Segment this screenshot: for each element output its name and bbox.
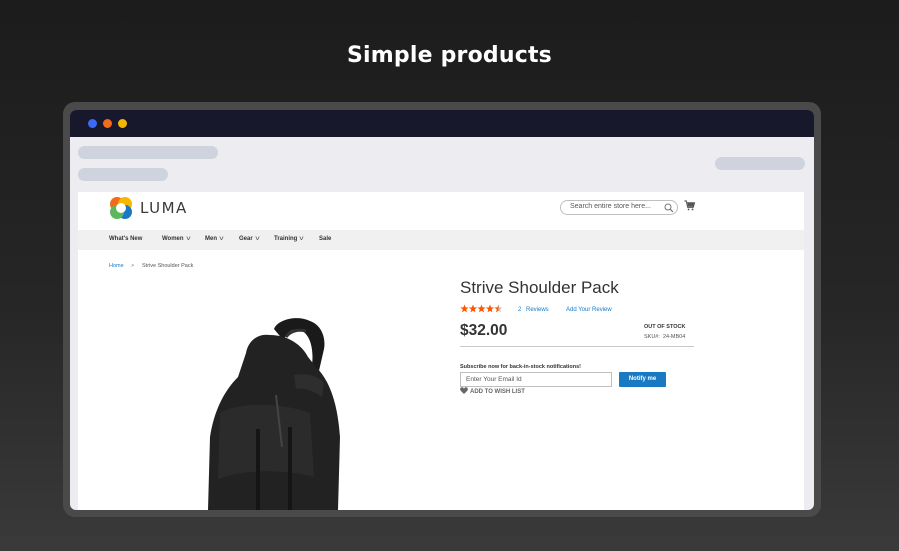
email-placeholder: Enter Your Email Id xyxy=(466,376,522,383)
store-page: LUMA Search entire store here... What's … xyxy=(78,192,804,510)
logo-text[interactable]: LUMA xyxy=(140,199,188,217)
add-to-wishlist-link[interactable]: ADD TO WISH LIST xyxy=(460,387,525,395)
browser-window: LUMA Search entire store here... What's … xyxy=(70,110,814,510)
chevron-down-icon: v xyxy=(219,236,224,242)
window-dot-blue[interactable] xyxy=(88,119,97,128)
nav-men[interactable]: Men v xyxy=(205,236,224,242)
luma-logo-icon[interactable] xyxy=(109,196,133,220)
nav-training[interactable]: Training v xyxy=(274,236,304,242)
rating-stars-icon xyxy=(460,304,503,313)
window-dot-yellow[interactable] xyxy=(118,119,127,128)
browser-titlebar xyxy=(70,110,814,137)
breadcrumb-separator: > xyxy=(131,263,135,269)
product-sku: SKU#: 24-MB04 xyxy=(644,334,685,340)
chevron-down-icon: v xyxy=(185,236,191,242)
chevron-down-icon: v xyxy=(299,236,304,242)
notify-me-button[interactable]: Notify me xyxy=(619,372,666,387)
product-price: $32.00 xyxy=(460,322,508,339)
subscribe-label: Subscribe now for back-in-stock notifica… xyxy=(460,364,582,370)
reviews-count[interactable]: 2 xyxy=(518,307,521,313)
add-review-link[interactable]: Add Your Review xyxy=(566,307,612,313)
price-divider xyxy=(460,346,694,347)
breadcrumb-home[interactable]: Home xyxy=(109,263,124,269)
page-heading: Simple products xyxy=(347,43,552,68)
nav-women[interactable]: Women v xyxy=(162,236,190,242)
main-nav: What's New Women v Men v Gear v Training v S… xyxy=(78,230,804,250)
email-field[interactable]: Enter Your Email Id xyxy=(460,372,612,387)
chevron-down-icon: v xyxy=(255,236,260,242)
skeleton-bar-1 xyxy=(78,146,218,159)
skeleton-bar-2 xyxy=(78,168,168,181)
reviews-link[interactable]: Reviews xyxy=(526,307,549,313)
nav-whats-new[interactable]: What's New xyxy=(109,236,142,242)
sku-label: SKU#: xyxy=(644,334,660,340)
sku-value: 24-MB04 xyxy=(662,334,686,340)
stock-status: OUT OF STOCK xyxy=(644,324,686,330)
heart-icon xyxy=(460,387,468,394)
breadcrumb-current: Strive Shoulder Pack xyxy=(142,263,194,269)
search-input[interactable]: Search entire store here... xyxy=(560,200,678,215)
search-placeholder: Search entire store here... xyxy=(570,203,651,210)
nav-gear[interactable]: Gear v xyxy=(239,236,259,242)
nav-sale[interactable]: Sale xyxy=(319,236,331,242)
wishlist-label: ADD TO WISH LIST xyxy=(470,389,525,395)
window-dot-orange[interactable] xyxy=(103,119,112,128)
cart-icon[interactable] xyxy=(684,200,695,211)
product-title: Strive Shoulder Pack xyxy=(460,278,619,297)
product-image[interactable] xyxy=(206,317,346,510)
search-icon[interactable] xyxy=(664,203,674,213)
skeleton-bar-3 xyxy=(715,157,805,170)
